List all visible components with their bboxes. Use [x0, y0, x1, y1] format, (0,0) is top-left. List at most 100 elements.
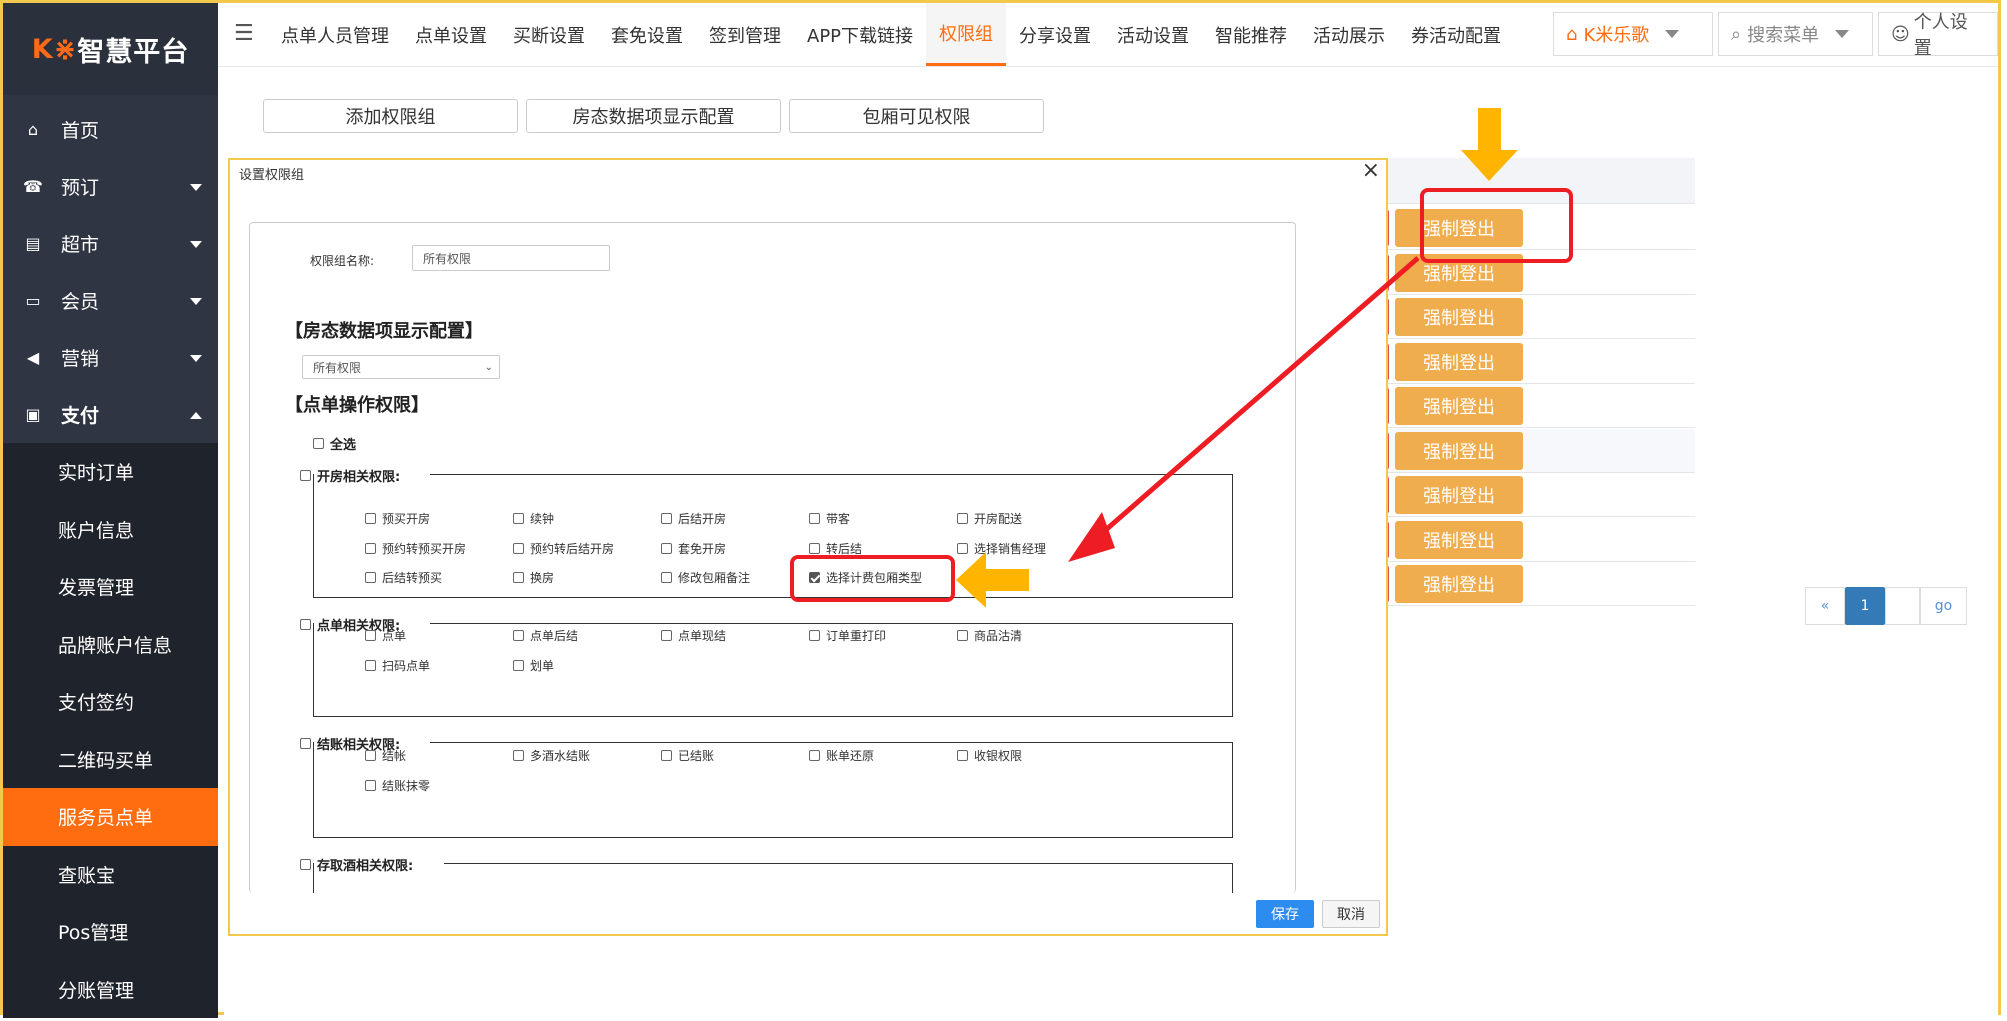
checkbox[interactable] [513, 572, 524, 583]
permission-checkbox[interactable]: 预约转预买开房 [365, 540, 466, 557]
menu-toggle-icon[interactable]: ☰ [234, 21, 254, 46]
permission-checkbox[interactable]: 多酒水结账 [513, 747, 590, 764]
add-permission-group-button[interactable]: 添加权限组 [263, 99, 518, 133]
checkbox[interactable] [957, 542, 968, 554]
sidebar-subitem-pos[interactable]: Pos管理 [3, 903, 218, 961]
force-logout-button[interactable]: 强制登出 [1395, 476, 1523, 514]
room-visibility-button[interactable]: 包厢可见权限 [789, 99, 1044, 133]
checkbox[interactable] [661, 542, 672, 554]
checkbox[interactable] [957, 750, 968, 761]
sidebar-subitem-invoice[interactable]: 发票管理 [3, 558, 218, 616]
room-data-display-config-button[interactable]: 房态数据项显示配置 [526, 99, 781, 133]
sidebar-subitem-bill-check[interactable]: 查账宝 [3, 846, 218, 904]
pager-prev[interactable]: « [1805, 587, 1845, 625]
force-logout-button[interactable]: 强制登出 [1395, 565, 1523, 603]
checkbox[interactable] [513, 542, 524, 554]
checkbox[interactable] [809, 630, 820, 641]
checkbox[interactable] [661, 630, 672, 641]
sidebar-item-booking[interactable]: ☎ 预订 [3, 158, 218, 215]
checkbox[interactable] [809, 750, 820, 761]
group-name-input[interactable]: 所有权限 [412, 245, 610, 271]
checkbox[interactable] [513, 659, 524, 671]
tab-app-download[interactable]: APP下载链接 [794, 3, 926, 66]
checkbox[interactable] [300, 470, 311, 481]
pager-page-1[interactable]: 1 [1845, 587, 1885, 625]
permission-checkbox[interactable]: 续钟 [513, 510, 554, 527]
permission-checkbox[interactable]: 账单还原 [809, 747, 874, 764]
checkbox[interactable] [365, 630, 376, 641]
permission-checkbox[interactable]: 开房配送 [957, 510, 1022, 527]
sidebar-item-market[interactable]: ▤ 超市 [3, 215, 218, 272]
checkbox[interactable] [513, 513, 524, 524]
checkbox[interactable] [300, 859, 311, 870]
permission-checkbox[interactable]: 已结账 [661, 747, 714, 764]
permission-checkbox[interactable]: 结账抹零 [365, 777, 430, 794]
checkbox[interactable] [365, 779, 376, 791]
checkbox[interactable] [365, 542, 376, 554]
sidebar-subitem-brand-account[interactable]: 品牌账户信息 [3, 616, 218, 674]
tab-activity-settings[interactable]: 活动设置 [1104, 3, 1202, 66]
checkbox[interactable] [365, 572, 376, 583]
checkbox[interactable] [513, 750, 524, 761]
checkbox[interactable] [957, 630, 968, 641]
checkbox[interactable] [513, 630, 524, 641]
tab-coupon-config[interactable]: 券活动配置 [1398, 3, 1514, 66]
force-logout-button[interactable]: 强制登出 [1395, 520, 1523, 559]
force-logout-button[interactable]: 强制登出 [1395, 387, 1523, 425]
close-icon[interactable]: × [1362, 158, 1380, 183]
sidebar-subitem-account-info[interactable]: 账户信息 [3, 501, 218, 559]
sidebar-item-marketing[interactable]: ◀ 营销 [3, 329, 218, 386]
sidebar-subitem-split-account[interactable]: 分账管理 [3, 961, 218, 1019]
sidebar-subitem-qr-pay[interactable]: 二维码买单 [3, 731, 218, 789]
permission-checkbox[interactable]: 选择销售经理 [957, 540, 1046, 557]
permission-checkbox[interactable]: 换房 [513, 569, 554, 586]
permission-checkbox[interactable]: 划单 [513, 657, 554, 674]
sidebar-item-payment[interactable]: ▣ 支付 [3, 386, 218, 443]
cancel-button[interactable]: 取消 [1322, 900, 1380, 928]
checkbox[interactable] [957, 513, 968, 524]
checkbox[interactable] [313, 438, 324, 449]
checkbox[interactable] [809, 542, 820, 554]
tab-smart-recommend[interactable]: 智能推荐 [1202, 3, 1300, 66]
room-data-select[interactable]: 所有权限 ⌄ [302, 355, 500, 379]
permission-checkbox[interactable]: 点单 [365, 627, 406, 644]
permission-checkbox[interactable]: 扫码点单 [365, 657, 430, 674]
force-logout-button[interactable]: 强制登出 [1395, 431, 1523, 470]
sidebar-item-home[interactable]: ⌂ 首页 [3, 101, 218, 158]
sidebar-subitem-waiter-order[interactable]: 服务员点单 [3, 788, 218, 846]
checkbox[interactable] [661, 513, 672, 524]
personal-settings-button[interactable]: ☺ 个人设置 [1878, 12, 1998, 59]
force-logout-button[interactable]: 强制登出 [1395, 298, 1523, 336]
tab-buyout-settings[interactable]: 买断设置 [500, 3, 598, 66]
permission-checkbox[interactable]: 结帐 [365, 747, 406, 764]
permission-checkbox[interactable]: 预买开房 [365, 510, 430, 527]
checkbox[interactable] [365, 513, 376, 524]
permission-checkbox[interactable]: 预约转后结开房 [513, 540, 614, 557]
checkbox[interactable] [300, 619, 311, 630]
permission-checkbox[interactable]: 商品沽清 [957, 627, 1022, 644]
permission-checkbox[interactable]: 修改包厢备注 [661, 569, 750, 586]
checkbox[interactable] [300, 738, 311, 749]
checkbox[interactable] [809, 513, 820, 524]
permission-checkbox[interactable]: 转后结 [809, 540, 862, 557]
checkbox[interactable] [661, 750, 672, 761]
permission-checkbox[interactable]: 点单后结 [513, 627, 578, 644]
checkbox[interactable] [365, 659, 376, 671]
permission-checkbox[interactable]: 收银权限 [957, 747, 1022, 764]
tab-package-settings[interactable]: 套免设置 [598, 3, 696, 66]
checkbox[interactable] [365, 750, 376, 761]
select-all-checkbox[interactable]: 全选 [313, 434, 356, 453]
sidebar-subitem-realtime-orders[interactable]: 实时订单 [3, 443, 218, 501]
tab-order-staff[interactable]: 点单人员管理 [268, 3, 402, 66]
save-button[interactable]: 保存 [1256, 900, 1314, 928]
checkbox[interactable] [661, 572, 672, 583]
pager-page-input[interactable] [1885, 587, 1920, 625]
store-selector[interactable]: ⌂ K米乐歌 [1553, 12, 1713, 56]
sidebar-subitem-payment-contract[interactable]: 支付签约 [3, 673, 218, 731]
sidebar-item-member[interactable]: ▭ 会员 [3, 272, 218, 329]
permission-checkbox[interactable]: 后结开房 [661, 510, 726, 527]
menu-search[interactable]: ⌕ 搜索菜单 [1718, 12, 1873, 56]
force-logout-button[interactable]: 强制登出 [1395, 342, 1523, 381]
tab-permission-group[interactable]: 权限组 [926, 3, 1007, 66]
tab-share-settings[interactable]: 分享设置 [1006, 3, 1104, 66]
